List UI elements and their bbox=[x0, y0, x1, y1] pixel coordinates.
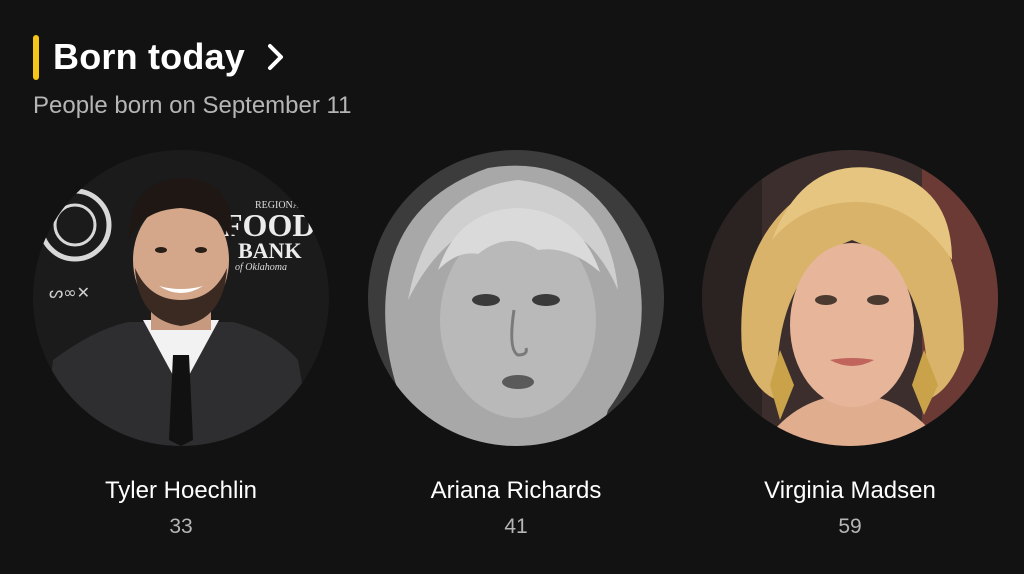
person-card-ariana-richards[interactable]: Ariana Richards 41 bbox=[366, 150, 666, 540]
person-age: 33 bbox=[169, 515, 193, 538]
person-card-virginia-madsen[interactable]: Virginia Madsen 59 bbox=[700, 150, 1000, 540]
section-header-link[interactable]: Born today bbox=[33, 34, 287, 80]
section-subtitle: People born on September 11 bbox=[33, 92, 352, 119]
backdrop-text-3: BANK bbox=[238, 238, 302, 263]
accent-bar bbox=[33, 34, 39, 80]
chevron-right-icon bbox=[265, 42, 287, 72]
person-card-tyler-hoechlin[interactable]: ᔕ∞✕ REGIONAL FOOD BANK of Oklahoma Tyler… bbox=[31, 150, 331, 540]
people-list: ᔕ∞✕ REGIONAL FOOD BANK of Oklahoma Tyler… bbox=[0, 150, 1024, 550]
person-name[interactable]: Virginia Madsen bbox=[700, 476, 1000, 506]
avatar[interactable] bbox=[368, 150, 664, 446]
svg-text:ᔕ∞✕: ᔕ∞✕ bbox=[49, 283, 90, 302]
person-name[interactable]: Tyler Hoechlin bbox=[31, 476, 331, 506]
backdrop-text-4: of Oklahoma bbox=[235, 262, 287, 273]
person-age: 41 bbox=[504, 515, 528, 538]
avatar[interactable] bbox=[702, 150, 998, 446]
person-age: 59 bbox=[838, 515, 862, 538]
born-today-section: Born today People born on September 11 ᔕ… bbox=[0, 0, 1024, 574]
avatar[interactable]: ᔕ∞✕ REGIONAL FOOD BANK of Oklahoma bbox=[33, 150, 329, 446]
person-name[interactable]: Ariana Richards bbox=[366, 476, 666, 506]
section-title: Born today bbox=[53, 36, 246, 77]
